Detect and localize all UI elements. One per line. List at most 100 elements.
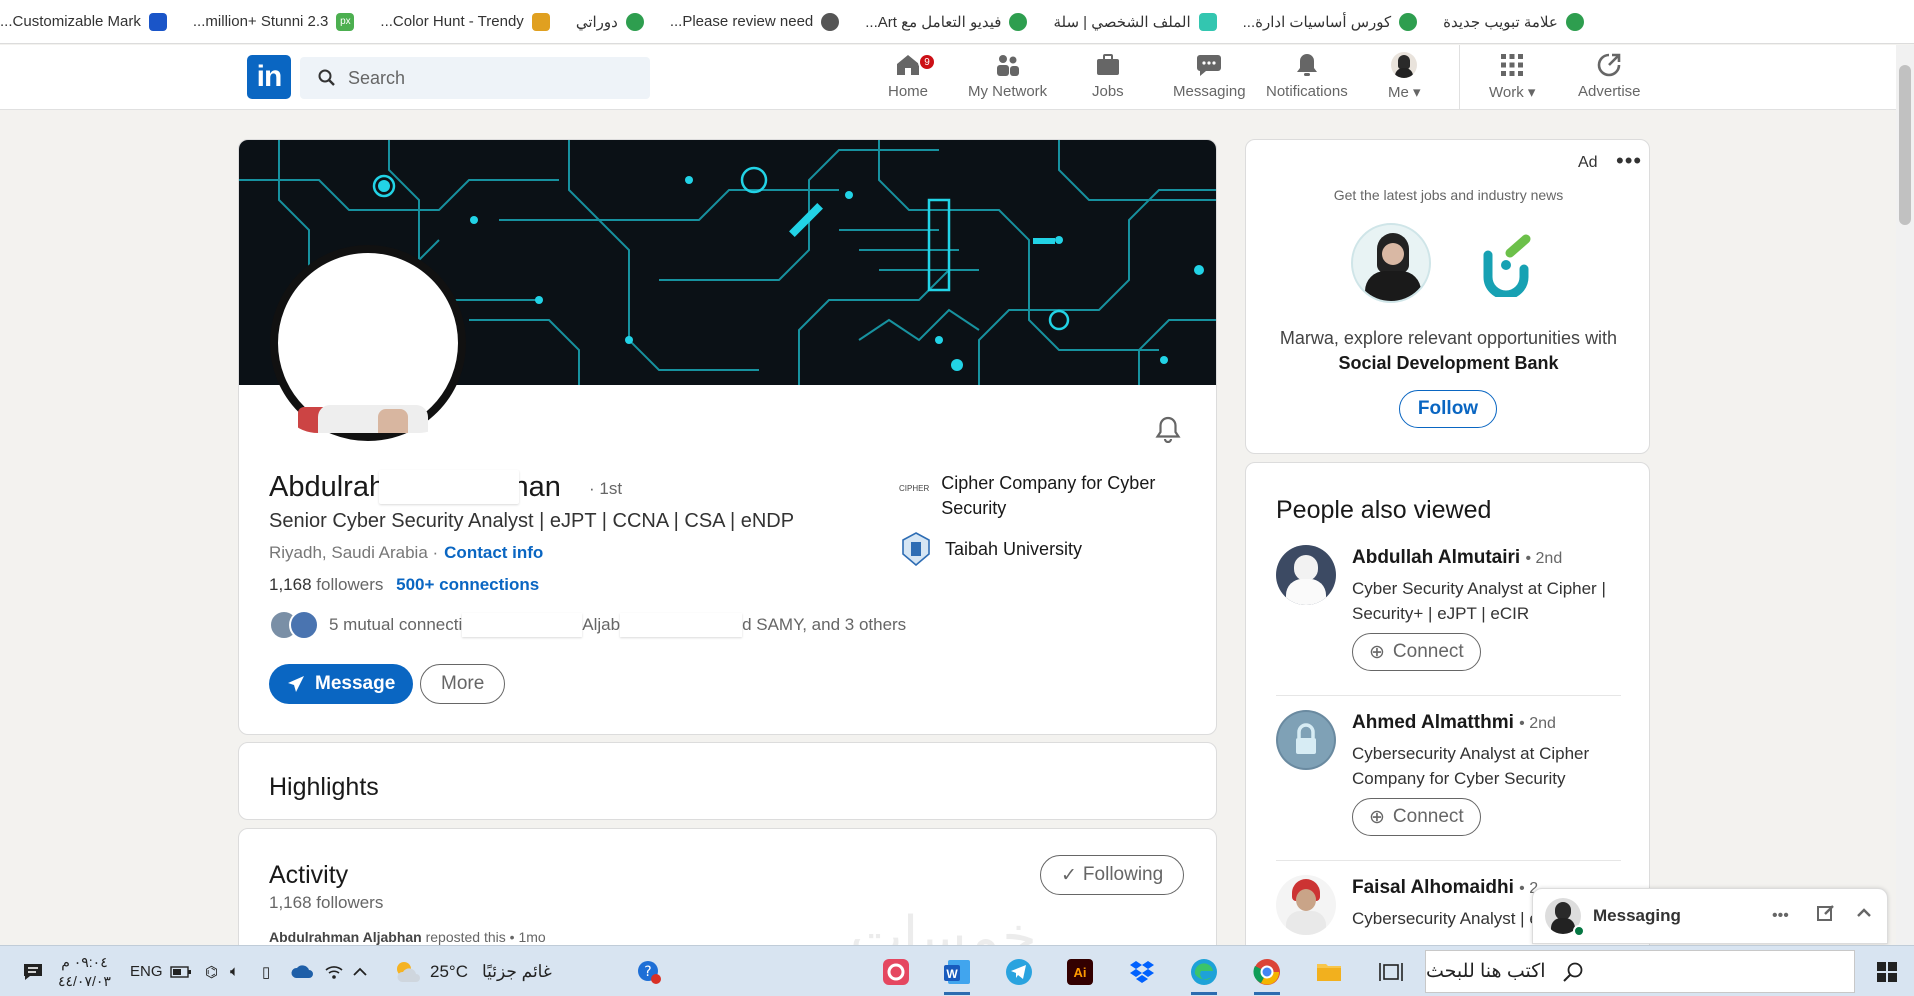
message-button[interactable]: Message bbox=[269, 664, 414, 704]
people-also-viewed-title: People also viewed bbox=[1276, 496, 1492, 524]
nav-home[interactable]: 9 Home bbox=[888, 51, 936, 100]
word-app-icon[interactable]: W bbox=[938, 953, 976, 995]
messaging-popup[interactable]: Messaging ••• bbox=[1532, 888, 1888, 944]
nav-separator bbox=[1459, 45, 1460, 110]
ad-text: Marwa, explore relevant opportunities wi… bbox=[1279, 328, 1618, 373]
search-icon bbox=[318, 69, 335, 86]
list-item[interactable]: Abdullah Almutairi • 2nd Cyber Security … bbox=[1276, 545, 1621, 675]
chevron-up-icon[interactable] bbox=[352, 946, 368, 996]
page-scrollbar[interactable] bbox=[1896, 45, 1914, 945]
task-view-icon[interactable] bbox=[1372, 953, 1410, 991]
globe-icon bbox=[821, 12, 840, 31]
more-button[interactable]: More bbox=[420, 664, 506, 704]
notification-center-icon[interactable] bbox=[22, 946, 44, 996]
activity-followers: 1,168 followers bbox=[269, 893, 384, 912]
video-site-icon bbox=[1009, 12, 1028, 31]
svg-text:Ai: Ai bbox=[1074, 965, 1087, 980]
activity-title: Activity bbox=[269, 861, 349, 889]
company-current[interactable]: CIPHER Cipher Company for Cyber Security bbox=[899, 471, 1189, 521]
chevron-up-icon[interactable] bbox=[1855, 904, 1873, 928]
taibah-university-logo-icon bbox=[899, 532, 933, 566]
connect-button[interactable]: ⊕ Connect bbox=[1352, 798, 1481, 836]
mutual-avatar bbox=[289, 610, 319, 640]
chrome-app-icon[interactable] bbox=[1248, 953, 1286, 995]
bookmark-colorhunt[interactable]: Color Hunt - Trendy... bbox=[380, 12, 550, 31]
checkmark-icon: ✓ bbox=[1061, 864, 1077, 886]
network-icon[interactable]: ⌬ bbox=[205, 946, 218, 996]
mutual-connections[interactable]: 5 mutual connecti Aljab d SAMY, and 3 ot… bbox=[269, 606, 906, 644]
dropbox-app-icon[interactable] bbox=[1123, 953, 1161, 991]
help-icon[interactable]: ? bbox=[636, 946, 662, 996]
ad-label: Ad bbox=[1578, 154, 1598, 171]
ad-card: Ad ••• Get the latest jobs and industry … bbox=[1245, 139, 1650, 454]
windows-start-icon[interactable] bbox=[1868, 953, 1906, 991]
notification-bell-icon[interactable] bbox=[1155, 415, 1181, 448]
course-site-icon bbox=[1399, 12, 1418, 31]
clock[interactable]: ٠٩:٠٤ م ٤٤/٠٧/٠٣ bbox=[58, 946, 111, 996]
ad-user-avatar bbox=[1351, 223, 1431, 303]
nav-my-network[interactable]: My Network bbox=[968, 51, 1047, 100]
ad-follow-button[interactable]: Follow bbox=[1399, 390, 1497, 428]
connect-button[interactable]: ⊕ Connect bbox=[1352, 633, 1481, 671]
connections-link[interactable]: 500+ connections bbox=[396, 575, 539, 594]
more-options-icon[interactable]: ••• bbox=[1772, 907, 1789, 925]
scrollbar-thumb[interactable] bbox=[1899, 65, 1911, 225]
volume-icon[interactable]: 🔈︎ bbox=[230, 946, 239, 996]
notification-badge: 9 bbox=[918, 53, 936, 71]
ad-company-name: Social Development Bank bbox=[1338, 353, 1559, 373]
nav-me[interactable]: Me ▾ bbox=[1388, 51, 1421, 101]
colorhunt-icon bbox=[531, 12, 550, 31]
telegram-app-icon[interactable] bbox=[1000, 953, 1038, 991]
nav-notifications[interactable]: Notifications bbox=[1266, 51, 1348, 100]
pixabay-icon: px bbox=[336, 12, 355, 31]
svg-text:?: ? bbox=[644, 964, 651, 980]
highlights-card: Highlights bbox=[238, 742, 1217, 820]
search-input[interactable]: Search bbox=[300, 57, 650, 99]
bookmark-course[interactable]: كورس أساسيات ادارة... bbox=[1243, 12, 1418, 31]
svg-text:W: W bbox=[946, 967, 958, 981]
bookmark-salla[interactable]: الملف الشخصي | سلة bbox=[1053, 12, 1217, 31]
contact-info-link[interactable]: Contact info bbox=[444, 543, 543, 562]
connection-degree: · 1st bbox=[589, 479, 623, 498]
add-person-icon: ⊕ bbox=[1369, 806, 1385, 828]
jobs-icon bbox=[1094, 51, 1122, 79]
weather-widget[interactable]: 25°C غائم جزئيًا bbox=[392, 946, 552, 996]
advertise-icon bbox=[1595, 51, 1623, 79]
divider bbox=[1276, 860, 1621, 861]
compose-icon[interactable] bbox=[1817, 904, 1835, 928]
nav-work[interactable]: Work ▾ bbox=[1489, 51, 1535, 101]
mark-site-icon bbox=[148, 12, 167, 31]
wifi-icon[interactable] bbox=[324, 946, 344, 996]
edge-app-icon[interactable] bbox=[1185, 953, 1223, 995]
bookmark-review[interactable]: Please review need... bbox=[670, 12, 840, 31]
list-item[interactable]: Ahmed Almatthmi • 2nd Cybersecurity Anal… bbox=[1276, 710, 1621, 840]
mutual-redaction bbox=[462, 613, 583, 637]
nav-jobs[interactable]: Jobs bbox=[1092, 51, 1124, 100]
language-indicator[interactable]: ENG bbox=[130, 946, 163, 996]
bookmark-video[interactable]: فيديو التعامل مع Art... bbox=[865, 12, 1028, 31]
taskbar-search-input[interactable]: اكتب هنا للبحث bbox=[1425, 950, 1855, 993]
linkedin-logo-icon[interactable]: in bbox=[247, 55, 291, 99]
bookmark-courses[interactable]: دوراتي bbox=[576, 12, 644, 31]
cipher-logo-icon: CIPHER bbox=[899, 483, 930, 493]
bookmark-mark[interactable]: Customizable Mark... bbox=[0, 12, 167, 31]
following-button[interactable]: ✓ Following bbox=[1040, 855, 1185, 895]
profile-avatar[interactable] bbox=[270, 245, 466, 441]
salla-icon bbox=[1198, 12, 1217, 31]
more-options-icon[interactable]: ••• bbox=[1616, 148, 1642, 174]
illustrator-app-icon[interactable]: Ai bbox=[1061, 953, 1099, 991]
file-explorer-app-icon[interactable] bbox=[1310, 953, 1348, 991]
onedrive-icon[interactable] bbox=[290, 946, 314, 996]
device-icon[interactable]: ▯ bbox=[262, 946, 270, 996]
battery-icon[interactable] bbox=[170, 946, 192, 996]
linkedin-header: in Search 9 Home My Network Jobs Messagi… bbox=[0, 45, 1896, 110]
creative-cloud-app-icon[interactable] bbox=[877, 953, 915, 991]
chrome-new-tab-icon bbox=[1565, 12, 1584, 31]
bookmark-new-tab[interactable]: علامة تبويب جديدة bbox=[1443, 12, 1584, 31]
nav-advertise[interactable]: Advertise bbox=[1578, 51, 1641, 100]
company-education[interactable]: Taibah University bbox=[899, 532, 1082, 566]
nav-messaging[interactable]: Messaging bbox=[1173, 51, 1246, 100]
messaging-icon bbox=[1195, 51, 1223, 79]
bookmark-pixabay[interactable]: px 2.3 million+ Stunni... bbox=[193, 12, 355, 31]
chevron-down-icon: ▾ bbox=[1413, 84, 1421, 101]
